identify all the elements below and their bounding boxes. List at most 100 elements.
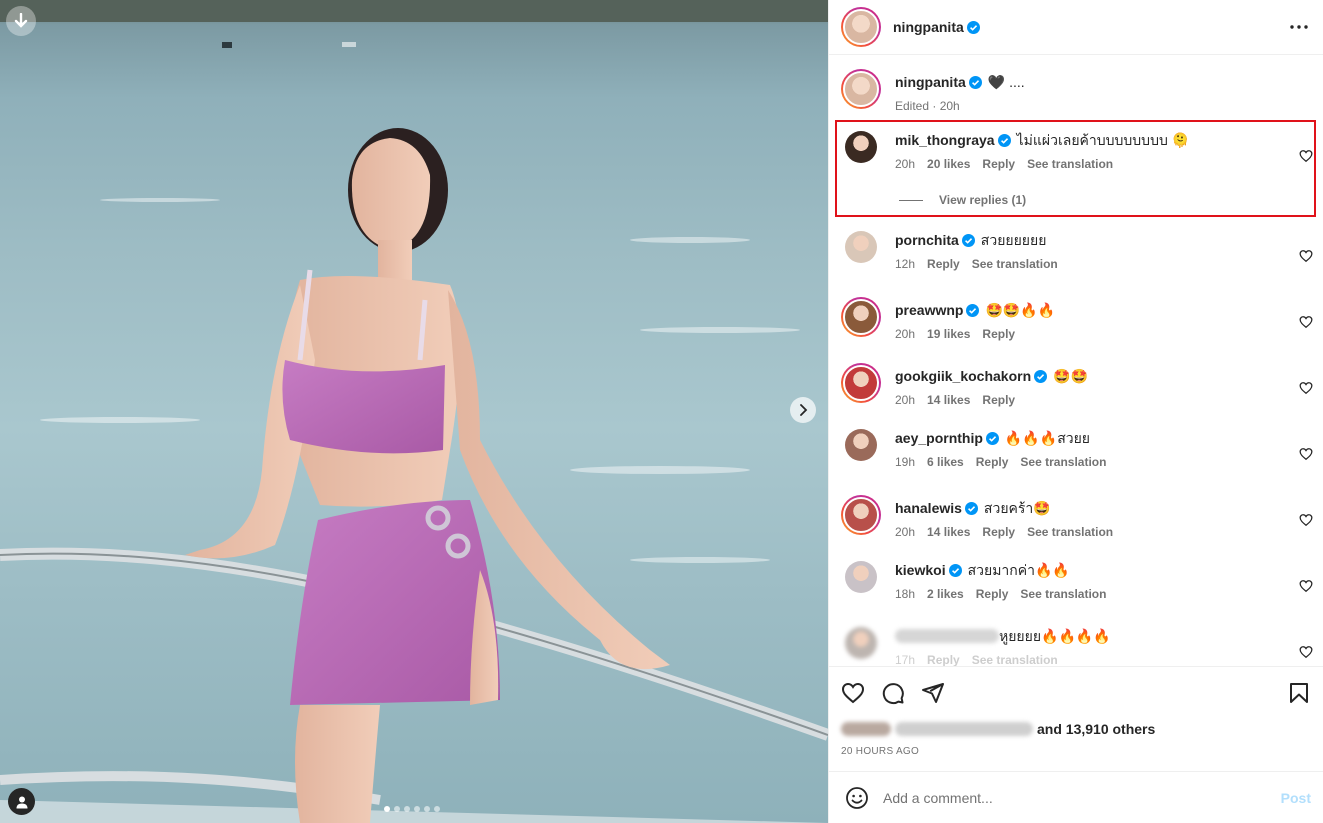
verified-badge-icon [966,303,980,317]
comment-item: aey_pornthip 🔥🔥🔥สวยย 19h 6 likes Reply See tr… [841,429,1315,469]
see-translation-button[interactable]: See translation [972,257,1058,271]
commenter-username[interactable]: gookgiik_kochakorn [895,367,1031,385]
commenter-avatar[interactable] [845,627,877,659]
view-replies-button[interactable]: View replies (1) [899,193,1315,207]
carousel-dot [414,806,420,812]
download-button[interactable] [6,6,36,36]
caption-text: 🖤 .... [987,74,1025,90]
comment-likes[interactable]: 20 likes [927,157,970,171]
reply-button[interactable]: Reply [982,393,1015,407]
share-paper-plane-icon[interactable] [921,681,945,705]
commenter-avatar[interactable] [841,363,881,403]
comment-button-icon[interactable] [881,681,905,705]
commenter-username[interactable] [895,629,999,643]
comment-time: 20h [895,525,916,539]
commenter-username[interactable]: preawwnp [895,301,963,319]
verified-badge-icon [964,501,978,515]
author-avatar[interactable] [841,7,881,47]
comment-like-heart-icon[interactable] [1299,447,1313,461]
comment-text: 🔥🔥🔥สวยย [1004,430,1091,446]
comment-like-heart-icon[interactable] [1299,645,1313,659]
comment-text: สวยมากค่า🔥🔥 [967,562,1070,578]
commenter-avatar[interactable] [845,231,877,263]
like-button-heart-icon[interactable] [841,681,865,705]
comment-likes[interactable]: 14 likes [927,525,970,539]
comment-likes[interactable]: 6 likes [927,455,964,469]
carousel-dot [434,806,440,812]
commenter-username[interactable]: aey_pornthip [895,429,983,447]
carousel-dot [404,806,410,812]
post-photo [0,0,828,823]
carousel-indicator [384,806,440,812]
post-caption: ningpanita 🖤 .... Edited · 20h [841,69,1315,113]
reply-button[interactable]: Reply [982,157,1015,171]
instagram-post-viewer: ningpanita ningpanita 🖤 .... Edited · 20… [0,0,1323,823]
author-avatar[interactable] [841,69,881,109]
comment-time: 19h [895,455,916,469]
save-bookmark-icon[interactable] [1287,681,1311,705]
reply-button[interactable]: Reply [976,587,1009,601]
post-media[interactable] [0,0,828,823]
more-options-button[interactable] [1287,15,1311,39]
comment-like-heart-icon[interactable] [1299,579,1313,593]
verified-badge-icon [997,133,1011,147]
next-image-button[interactable] [790,397,816,423]
more-horizontal-icon [1290,25,1308,29]
comment-item: หูยยยย🔥🔥🔥🔥 17h Reply See translation [841,627,1315,666]
comment-likes[interactable]: 19 likes [927,327,970,341]
see-translation-button[interactable]: See translation [1027,157,1113,171]
comment-input[interactable] [883,789,1281,806]
reply-button[interactable]: Reply [927,257,960,271]
see-translation-button[interactable]: See translation [1027,525,1113,539]
commenter-avatar[interactable] [841,297,881,337]
verified-badge-icon [966,20,980,34]
carousel-dot [384,806,390,812]
likes-count[interactable]: and 13,910 others [1037,721,1155,737]
comment-item: preawwnp 🤩🤩🔥🔥 20h 19 likes Reply [841,297,1315,341]
likes-summary[interactable]: and 13,910 others [841,719,1311,739]
liker-name-blurred [895,722,1033,736]
commenter-avatar[interactable] [845,429,877,461]
carousel-dot [424,806,430,812]
comment-text: สวยยยยยย [980,232,1047,248]
comment-like-heart-icon[interactable] [1299,249,1313,263]
comment-time: 12h [895,257,916,271]
comment-item: hanalewis สวยคร้า🤩 20h 14 likes Reply See tra… [841,495,1315,539]
comment-likes[interactable]: 2 likes [927,587,964,601]
liker-avatars-blurred [841,722,891,736]
comment-text: 🤩🤩 [1053,368,1089,384]
verified-badge-icon [948,563,962,577]
see-translation-button[interactable]: See translation [972,653,1058,666]
chevron-right-icon [800,404,808,416]
comment-like-heart-icon[interactable] [1299,513,1313,527]
post-timestamp[interactable]: 20 HOURS AGO [841,746,1311,757]
commenter-avatar[interactable] [845,561,877,593]
emoji-icon[interactable] [845,786,869,810]
tagged-users-button[interactable] [8,788,35,815]
reply-button[interactable]: Reply [982,327,1015,341]
commenter-avatar[interactable] [845,131,877,163]
reply-button[interactable]: Reply [982,525,1015,539]
add-comment-bar: Post [829,771,1323,823]
comment-text: สวยคร้า🤩 [983,500,1051,516]
see-translation-button[interactable]: See translation [1020,587,1106,601]
comment-text: 🤩🤩🔥🔥 [985,302,1056,318]
reply-button[interactable]: Reply [927,653,960,666]
comment-like-heart-icon[interactable] [1299,149,1313,163]
commenter-username[interactable]: kiewkoi [895,561,946,579]
caption-username[interactable]: ningpanita [895,73,966,91]
commenter-username[interactable]: hanalewis [895,499,962,517]
commenter-avatar[interactable] [841,495,881,535]
verified-badge-icon [961,233,975,247]
commenter-username[interactable]: pornchita [895,231,959,249]
commenter-username[interactable]: mik_thongraya [895,131,995,149]
comments-list[interactable]: ningpanita 🖤 .... Edited · 20h mik_thong… [829,55,1323,666]
comment-item: gookgiik_kochakorn 🤩🤩 20h 14 likes Reply [841,363,1315,407]
reply-button[interactable]: Reply [976,455,1009,469]
post-comment-button[interactable]: Post [1281,790,1311,806]
comment-like-heart-icon[interactable] [1299,315,1313,329]
comment-like-heart-icon[interactable] [1299,381,1313,395]
comment-likes[interactable]: 14 likes [927,393,970,407]
author-username[interactable]: ningpanita [893,19,964,35]
see-translation-button[interactable]: See translation [1020,455,1106,469]
